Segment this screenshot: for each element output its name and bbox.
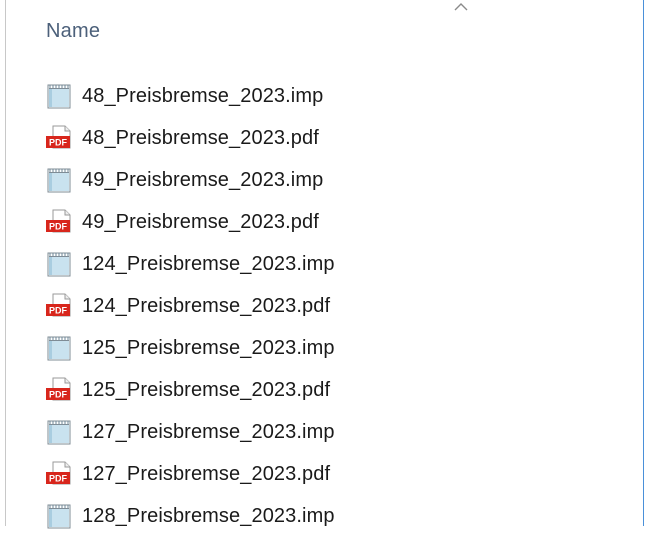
svg-text:PDF: PDF — [49, 222, 68, 232]
file-name-label: 124_Preisbremse_2023.imp — [82, 252, 335, 275]
file-name-label: 48_Preisbremse_2023.imp — [82, 84, 324, 107]
file-row[interactable]: 125_Preisbremse_2023.imp — [44, 328, 335, 368]
file-row[interactable]: 49_Preisbremse_2023.imp — [44, 160, 323, 200]
text-document-icon — [44, 164, 76, 196]
file-row[interactable]: PDF 125_Preisbremse_2023.pdf — [44, 370, 330, 410]
svg-text:PDF: PDF — [49, 474, 68, 484]
pdf-icon: PDF — [44, 122, 76, 154]
file-row[interactable]: 124_Preisbremse_2023.imp — [44, 244, 335, 284]
file-name-label: 49_Preisbremse_2023.pdf — [82, 210, 319, 233]
file-name-label: 49_Preisbremse_2023.imp — [82, 168, 324, 191]
file-name-label: 127_Preisbremse_2023.imp — [82, 420, 335, 443]
column-header-name[interactable]: Name — [6, 0, 643, 66]
file-name-label: 125_Preisbremse_2023.pdf — [82, 378, 331, 401]
file-name-label: 125_Preisbremse_2023.imp — [82, 336, 335, 359]
file-name-label: 124_Preisbremse_2023.pdf — [82, 294, 331, 317]
pdf-icon: PDF — [44, 458, 76, 490]
text-document-icon — [44, 80, 76, 112]
file-row[interactable]: 128_Preisbremse_2023.imp — [44, 496, 335, 536]
file-name-label: 48_Preisbremse_2023.pdf — [82, 126, 319, 149]
svg-text:PDF: PDF — [49, 138, 68, 148]
pane-left-border — [5, 0, 6, 526]
file-name-label: 128_Preisbremse_2023.imp — [82, 504, 335, 527]
text-document-icon — [44, 500, 76, 532]
svg-text:PDF: PDF — [49, 306, 68, 316]
svg-text:PDF: PDF — [49, 390, 68, 400]
file-explorer-pane: Name 48_Preisbremse_2023.imp PDF 48_Prei… — [0, 0, 656, 529]
pdf-icon: PDF — [44, 206, 76, 238]
pdf-icon: PDF — [44, 290, 76, 322]
text-document-icon — [44, 416, 76, 448]
file-row[interactable]: 48_Preisbremse_2023.imp — [44, 76, 323, 116]
file-row[interactable]: PDF 48_Preisbremse_2023.pdf — [44, 118, 319, 158]
file-row[interactable]: PDF 49_Preisbremse_2023.pdf — [44, 202, 319, 242]
text-document-icon — [44, 248, 76, 280]
file-name-label: 127_Preisbremse_2023.pdf — [82, 462, 331, 485]
pane-right-border — [643, 0, 644, 526]
text-document-icon — [44, 332, 76, 364]
sort-ascending-icon — [454, 3, 468, 11]
file-row[interactable]: 127_Preisbremse_2023.imp — [44, 412, 335, 452]
file-row[interactable]: PDF 127_Preisbremse_2023.pdf — [44, 454, 330, 494]
pdf-icon: PDF — [44, 374, 76, 406]
file-row[interactable]: PDF 124_Preisbremse_2023.pdf — [44, 286, 330, 326]
column-header-label: Name — [46, 20, 101, 42]
